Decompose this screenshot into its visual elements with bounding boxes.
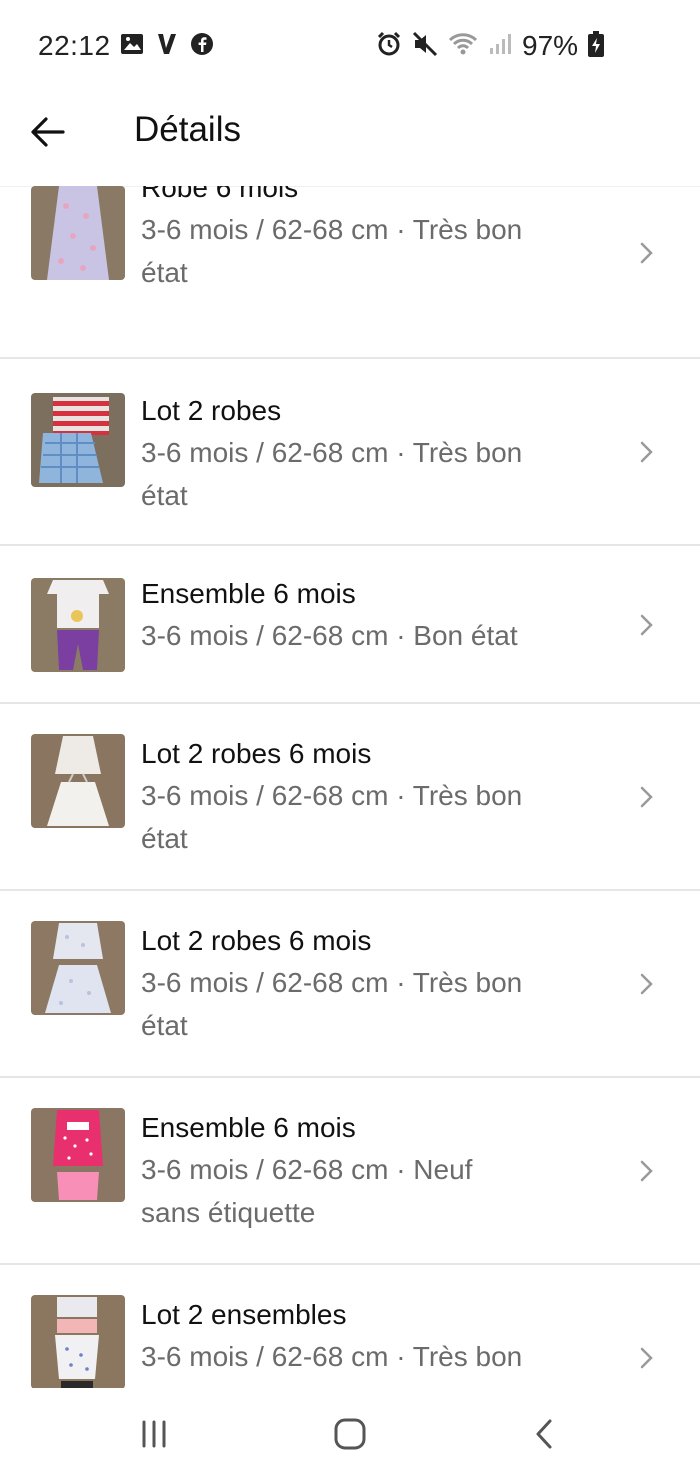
item-subtitle-cont: état [141,480,188,511]
battery-percentage: 97% [522,30,579,61]
chevron-right-icon [640,614,653,636]
status-right-icons: 97% [376,30,605,62]
item-thumbnail [31,921,125,1015]
item-title: Ensemble 6 mois [141,578,356,609]
list-item[interactable]: Lot 2 robes 3-6 mois / 62-68 cm · Très b… [0,359,700,546]
wifi-icon [448,32,478,61]
status-time: 22:12 [38,30,111,61]
item-text: Lot 2 ensembles 3-6 mois / 62-68 cm · Tr… [141,1295,611,1388]
chevron-right-icon [640,973,653,995]
page-title: Détails [134,110,241,149]
item-text: Ensemble 6 mois 3-6 mois / 62-68 cm · Bo… [141,574,611,657]
gallery-icon [120,33,144,60]
item-thumbnail [31,186,125,280]
item-subtitle: 3-6 mois / 62-68 cm · Bon état [141,620,518,651]
alarm-icon [376,31,402,62]
item-subtitle-cont: état [141,257,188,288]
chevron-right-icon [640,441,653,463]
list-item[interactable]: Ensemble 6 mois 3-6 mois / 62-68 cm · Ne… [0,1078,700,1265]
item-subtitle: 3-6 mois / 62-68 cm · Neuf [141,1154,473,1185]
item-title: Lot 2 robes 6 mois [141,738,372,769]
item-subtitle: 3-6 mois / 62-68 cm · Très bon [141,437,523,468]
item-subtitle-cont: état [141,823,188,854]
item-subtitle: 3-6 mois / 62-68 cm · Très bon [141,967,523,998]
item-thumbnail [31,1108,125,1202]
list-item[interactable]: Ensemble 6 mois 3-6 mois / 62-68 cm · Bo… [0,546,700,704]
facebook-icon [190,32,214,61]
item-text: Ensemble 6 mois 3-6 mois / 62-68 cm · Ne… [141,1108,611,1234]
back-button[interactable] [24,108,72,156]
chevron-right-icon [640,1160,653,1182]
v-app-icon [156,32,178,61]
item-thumbnail [31,393,125,487]
chevron-right-icon [640,1347,653,1369]
app-header: Détails [0,90,700,187]
item-thumbnail [31,578,125,672]
list-item[interactable]: Lot 2 ensembles 3-6 mois / 62-68 cm · Tr… [0,1265,700,1388]
item-list[interactable]: Robe 6 mois 3-6 mois / 62-68 cm · Très b… [0,186,700,1388]
item-text: Lot 2 robes 3-6 mois / 62-68 cm · Très b… [141,391,611,517]
chevron-right-icon [640,786,653,808]
back-nav-icon [536,1419,552,1449]
item-title: Robe 6 mois [141,186,299,203]
signal-icon [488,32,512,61]
battery-charging-icon [588,30,605,62]
mute-icon [412,31,438,62]
item-thumbnail [31,734,125,828]
item-subtitle: 3-6 mois / 62-68 cm · Très bon [141,780,523,811]
list-item[interactable]: Robe 6 mois 3-6 mois / 62-68 cm · Très b… [0,186,700,359]
list-item[interactable]: Lot 2 robes 6 mois 3-6 mois / 62-68 cm ·… [0,704,700,891]
item-thumbnail [31,1295,125,1388]
item-title: Lot 2 robes 6 mois [141,925,372,956]
item-subtitle-cont: état [141,1010,188,1041]
item-title: Lot 2 robes [141,395,282,426]
item-subtitle-cont: sans étiquette [141,1197,316,1228]
item-subtitle-cont: état [141,1378,611,1388]
back-nav-button[interactable] [524,1412,568,1456]
home-button[interactable] [328,1412,372,1456]
status-bar: 22:12 97% [0,0,700,90]
item-text: Lot 2 robes 6 mois 3-6 mois / 62-68 cm ·… [141,734,611,860]
status-left-icons [120,32,214,61]
list-item[interactable]: Lot 2 robes 6 mois 3-6 mois / 62-68 cm ·… [0,891,700,1078]
chevron-right-icon [640,242,653,264]
item-title: Lot 2 ensembles [141,1299,347,1330]
recent-apps-button[interactable] [132,1412,176,1456]
item-text: Lot 2 robes 6 mois 3-6 mois / 62-68 cm ·… [141,921,611,1047]
recent-apps-icon [142,1420,166,1448]
item-text: Robe 6 mois 3-6 mois / 62-68 cm · Très b… [141,186,611,294]
system-nav-bar [0,1388,700,1478]
home-icon [334,1418,366,1450]
item-title: Ensemble 6 mois [141,1112,356,1143]
item-subtitle: 3-6 mois / 62-68 cm · Très bon [141,1341,523,1372]
arrow-left-icon [31,117,65,147]
item-subtitle: 3-6 mois / 62-68 cm · Très bon [141,214,523,245]
